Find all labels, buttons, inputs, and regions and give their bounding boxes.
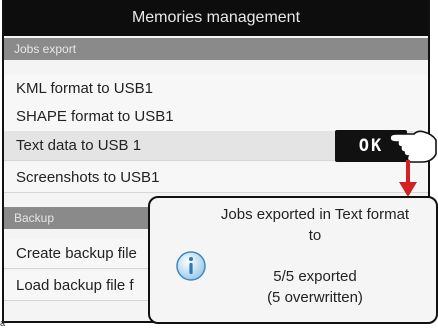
figure-label: a (0, 318, 6, 328)
dialog-line-count: 5/5 exported (273, 268, 357, 285)
export-result-dialog: Jobs exported in Text format to 5/5 expo… (148, 196, 438, 324)
page-title: Memories management (4, 0, 428, 36)
device-frame: Memories management Jobs export KML form… (0, 0, 438, 329)
pointing-hand-icon (389, 130, 437, 163)
dialog-line-overwritten: (5 overwritten) (267, 289, 363, 306)
menu-item-screenshots-export[interactable]: Screenshots to USB1 (4, 163, 428, 193)
red-arrow (399, 160, 417, 197)
menu-item-kml-export[interactable]: KML format to USB1 (4, 74, 428, 104)
dialog-line-title: Jobs exported in Text format (220, 206, 410, 223)
dialog-message: Jobs exported in Text format to 5/5 expo… (200, 204, 430, 308)
dialog-line-to: to (308, 227, 322, 244)
section-header-jobs-export: Jobs export (4, 38, 428, 60)
menu-item-shape-export[interactable]: SHAPE format to USB1 (4, 102, 428, 132)
